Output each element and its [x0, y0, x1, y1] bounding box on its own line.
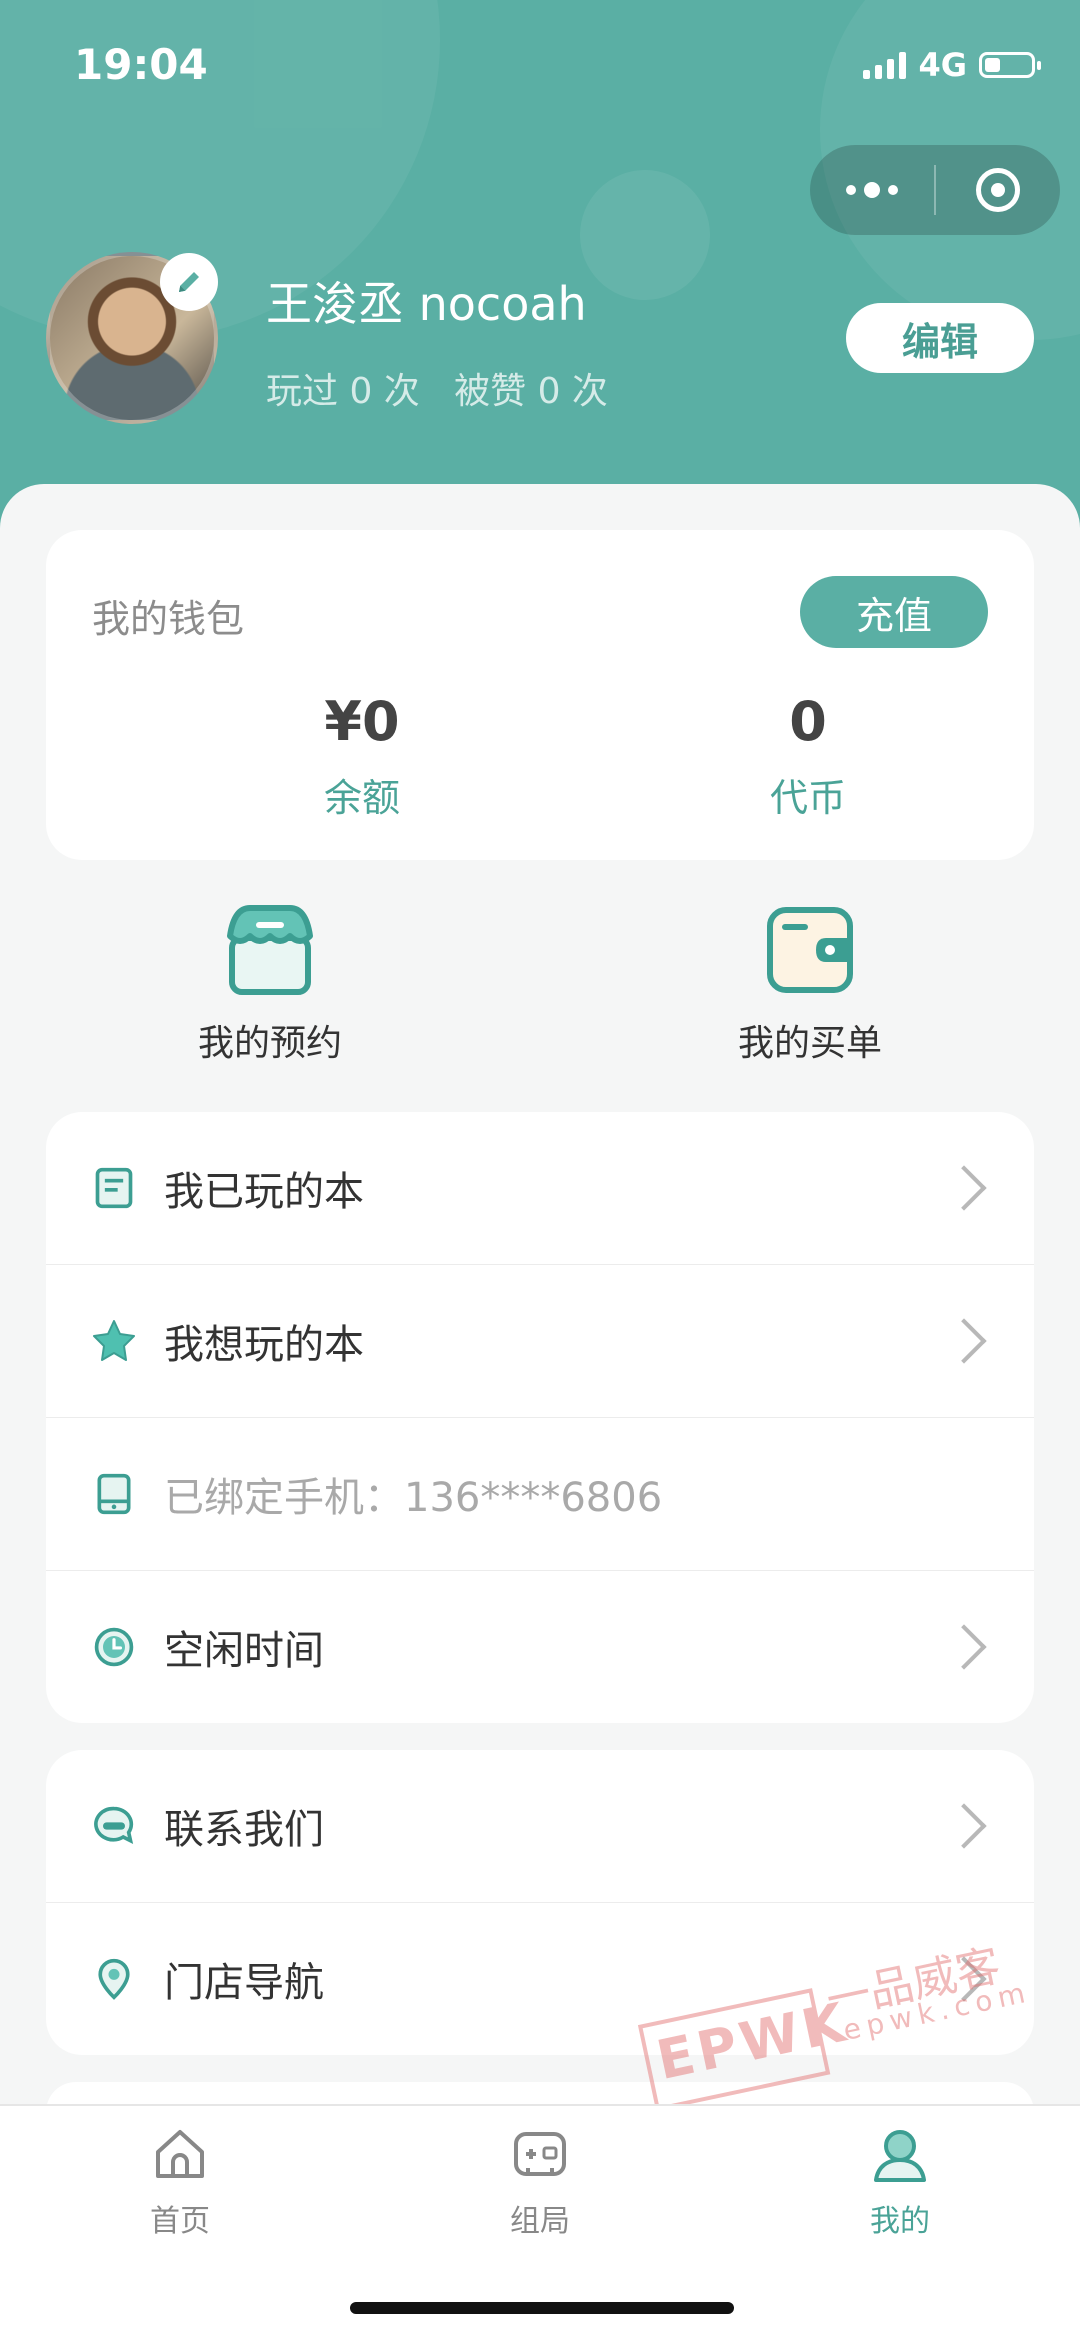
menu-label: 我已玩的本: [164, 1169, 364, 1215]
home-indicator: [350, 2302, 734, 2314]
coins-value: 0: [789, 690, 827, 753]
user-stats: 玩过 0 次 被赞 0 次: [266, 371, 608, 412]
tab-label: 我的: [870, 2204, 930, 2239]
my-reservations-button[interactable]: 我的预约: [130, 900, 410, 1066]
menu-label: 门店导航: [164, 1960, 324, 2006]
signal-icon: [863, 51, 907, 79]
wallet-icon: [760, 900, 860, 1000]
chevron-right-icon: [941, 1624, 987, 1670]
user-name: 王浚丞 nocoah: [266, 277, 587, 331]
menu-bound-phone: 已绑定手机：136****6806: [46, 1418, 1034, 1571]
menu-contact-us[interactable]: 联系我们: [46, 1750, 1034, 1903]
chevron-right-icon: [941, 1318, 987, 1364]
recharge-button[interactable]: 充值: [800, 576, 988, 648]
tab-mine[interactable]: 我的: [810, 2124, 990, 2240]
coins-block[interactable]: 0 代币: [658, 690, 958, 822]
decor-circle: [580, 170, 710, 300]
my-payments-label: 我的买单: [737, 1023, 882, 1064]
phone-icon: [90, 1470, 138, 1518]
user-icon: [870, 2124, 930, 2184]
edit-profile-button[interactable]: 编辑: [846, 303, 1034, 373]
tab-group[interactable]: 组局: [450, 2124, 630, 2240]
balance-label: 余额: [323, 776, 400, 820]
pencil-icon[interactable]: [160, 253, 218, 311]
close-target-icon[interactable]: [936, 168, 1060, 212]
tab-label: 首页: [150, 2204, 210, 2239]
tab-label: 组局: [510, 2204, 570, 2239]
menu-free-time[interactable]: 空闲时间: [46, 1571, 1034, 1723]
status-time: 19:04: [74, 40, 208, 89]
battery-icon: [979, 52, 1041, 78]
home-icon: [150, 2124, 210, 2184]
menu-label: 我想玩的本: [164, 1322, 364, 1368]
balance-block[interactable]: ¥0 余额: [212, 690, 512, 822]
shop-icon: [220, 900, 320, 1000]
mini-program-capsule: [810, 145, 1060, 235]
balance-value: ¥0: [324, 690, 400, 753]
network-type: 4G: [918, 46, 967, 84]
menu-label: 联系我们: [164, 1807, 324, 1853]
clock-icon: [90, 1623, 138, 1671]
gamepad-icon: [510, 2124, 570, 2184]
wallet-card: 我的钱包 充值 ¥0 余额 0 代币: [46, 530, 1034, 860]
chevron-right-icon: [941, 1165, 987, 1211]
book-icon: [90, 1164, 138, 1212]
tab-home[interactable]: 首页: [90, 2124, 270, 2240]
chat-icon: [90, 1802, 138, 1850]
location-icon: [90, 1955, 138, 2003]
chevron-right-icon: [941, 1803, 987, 1849]
more-menu-icon[interactable]: [810, 182, 934, 198]
bound-phone-text: 已绑定手机：136****6806: [164, 1475, 663, 1521]
status-icons: 4G: [863, 46, 1041, 84]
wallet-title: 我的钱包: [92, 597, 245, 641]
my-reservations-label: 我的预约: [197, 1023, 342, 1064]
menu-group-main: 我已玩的本 我想玩的本 已绑定手机：136****6806 空闲时间: [46, 1112, 1034, 1723]
menu-label: 空闲时间: [164, 1628, 324, 1674]
menu-wishlist-scripts[interactable]: 我想玩的本: [46, 1265, 1034, 1418]
menu-played-scripts[interactable]: 我已玩的本: [46, 1112, 1034, 1265]
coins-label: 代币: [769, 776, 846, 820]
star-icon: [90, 1317, 138, 1365]
my-payments-button[interactable]: 我的买单: [670, 900, 950, 1066]
